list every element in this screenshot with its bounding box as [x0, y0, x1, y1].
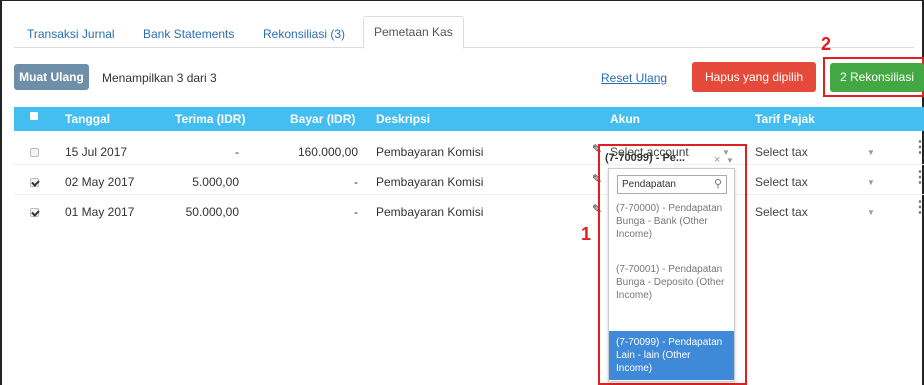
tab-transaksi-jurnal[interactable]: Transaksi Jurnal: [27, 20, 115, 48]
tax-select[interactable]: Select tax: [755, 175, 808, 189]
dropdown-option[interactable]: (7-70000) - Pendapatan Bunga - Bank (Oth…: [613, 202, 732, 241]
column-receive: Terima (IDR): [175, 112, 246, 126]
row-description: Pembayaran Komisi: [376, 205, 484, 219]
caret-down-icon[interactable]: ▼: [867, 148, 875, 157]
table-row: 01 May 2017 50.000,00 - Pembayaran Komis…: [14, 197, 924, 225]
toolbar: Muat Ulang Menampilkan 3 dari 3 Reset Ul…: [0, 57, 924, 97]
caret-down-icon[interactable]: ▼: [867, 178, 875, 187]
callout-box-2: 2 Rekonsiliasi: [823, 57, 924, 97]
row-date: 01 May 2017: [65, 205, 135, 219]
table-row: 15 Jul 2017 - 160.000,00 Pembayaran Komi…: [14, 137, 924, 165]
row-description: Pembayaran Komisi: [376, 175, 484, 189]
column-description: Deskripsi: [376, 112, 431, 126]
callout-number-2: 2: [821, 34, 832, 54]
clear-selection-icon[interactable]: ×: [714, 154, 720, 166]
tab-rekonsiliasi[interactable]: Rekonsiliasi (3): [263, 20, 345, 48]
row-checkbox[interactable]: [30, 208, 39, 217]
column-date: Tanggal: [65, 112, 111, 126]
kebab-menu-icon[interactable]: ⋮: [912, 140, 924, 156]
caret-down-icon[interactable]: ▼: [726, 156, 734, 165]
delete-selected-button[interactable]: Hapus yang dipilih: [692, 62, 816, 92]
column-pay: Bayar (IDR): [290, 112, 356, 126]
callout-number-1: 1: [581, 224, 592, 244]
row-receive: 5.000,00: [192, 175, 239, 189]
row-date: 15 Jul 2017: [65, 145, 128, 159]
row-checkbox[interactable]: [30, 178, 39, 187]
search-value: Pendapatan: [622, 179, 676, 190]
table-row: 02 May 2017 5.000,00 - Pembayaran Komisi…: [14, 167, 924, 195]
dropdown-option-selected[interactable]: (7-70099) - Pendapatan Lain - lain (Othe…: [609, 331, 734, 380]
callout-box-1: (7-70099) - Pe... × ▼ Pendapatan ⚲ (7-70…: [598, 144, 747, 385]
dropdown-option[interactable]: (7-70001) - Pendapatan Bunga - Deposito …: [613, 263, 732, 302]
row-pay: -: [354, 205, 358, 219]
row-pay: 160.000,00: [297, 145, 358, 159]
row-description: Pembayaran Komisi: [376, 145, 484, 159]
reconcile-button[interactable]: 2 Rekonsiliasi: [830, 63, 924, 92]
row-date: 02 May 2017: [65, 175, 135, 189]
reload-button[interactable]: Muat Ulang: [14, 64, 89, 90]
reset-link[interactable]: Reset Ulang: [601, 71, 667, 85]
tax-select[interactable]: Select tax: [755, 145, 808, 159]
account-search-input[interactable]: Pendapatan ⚲: [617, 175, 727, 194]
row-receive: 50.000,00: [185, 205, 239, 219]
table-header: Tanggal Terima (IDR) Bayar (IDR) Deskrip…: [14, 107, 924, 131]
tax-select[interactable]: Select tax: [755, 205, 808, 219]
account-dropdown: Pendapatan ⚲ (7-70000) - Pendapatan Bung…: [608, 168, 735, 382]
kebab-menu-icon[interactable]: ⋮: [912, 170, 924, 186]
select-all-checkbox[interactable]: [30, 112, 38, 120]
kebab-menu-icon[interactable]: ⋮: [912, 200, 924, 216]
tab-bank-statements[interactable]: Bank Statements: [143, 20, 234, 48]
search-icon: ⚲: [713, 178, 722, 190]
row-receive: -: [235, 145, 239, 159]
row-pay: -: [354, 175, 358, 189]
tab-pemetaan-kas[interactable]: Pemetaan Kas: [363, 16, 464, 49]
column-tax: Tarif Pajak: [755, 112, 815, 126]
showing-count: Menampilkan 3 dari 3: [102, 71, 217, 85]
caret-down-icon[interactable]: ▼: [867, 208, 875, 217]
row-checkbox[interactable]: [30, 148, 39, 157]
tab-bar: Transaksi Jurnal Bank Statements Rekonsi…: [14, 16, 914, 49]
column-account: Akun: [610, 112, 640, 126]
